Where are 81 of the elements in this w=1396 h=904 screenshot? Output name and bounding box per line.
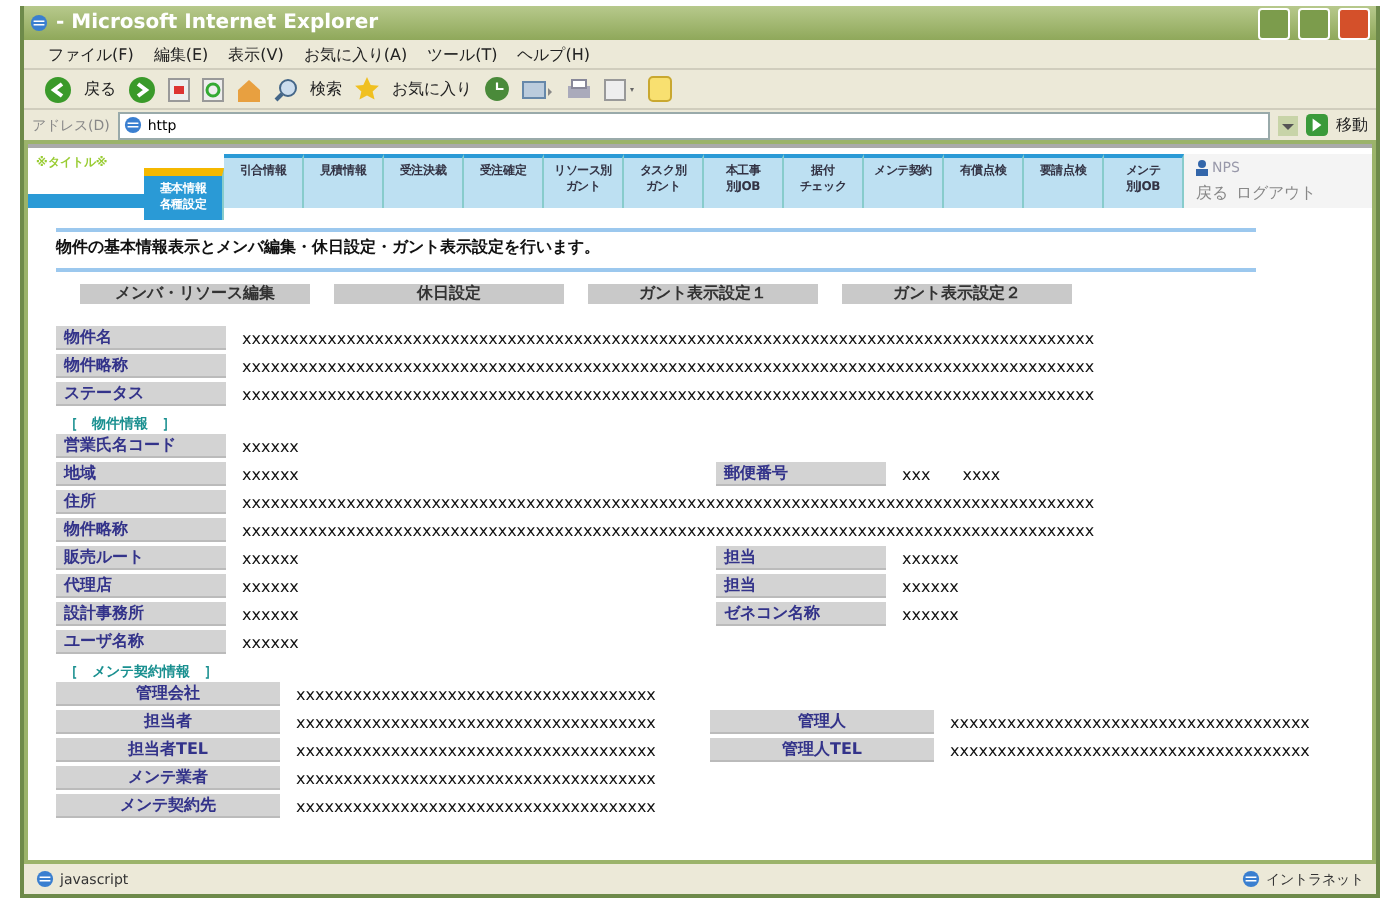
field-label: 担当 <box>716 546 886 570</box>
field-value: xxxxxxxxxxxxxxxxxxxxxxxxxxxxxxxxxxxxxx <box>294 741 658 759</box>
field-label: 販売ルート <box>56 546 226 570</box>
menu-item[interactable]: ヘルプ(H) <box>517 43 590 65</box>
field-label: 地域 <box>56 462 226 486</box>
stop-icon[interactable] <box>168 77 190 101</box>
printer-icon[interactable] <box>566 77 592 101</box>
search-label[interactable]: 検索 <box>310 78 342 100</box>
menu-item[interactable]: 表示(V) <box>228 43 284 65</box>
intranet-icon <box>1242 870 1260 888</box>
field-label: 管理人TEL <box>710 738 934 762</box>
field-value: xxx xxxx <box>900 463 1003 485</box>
field-label: 代理店 <box>56 574 226 598</box>
field-label: 郵便番号 <box>716 462 886 486</box>
field-value: xxxxxxxxxxxxxxxxxxxxxxxxxxxxxxxxxxxxxx <box>294 769 656 787</box>
field-label: 設計事務所 <box>56 602 226 626</box>
field-value: xxxxxxxxxxxxxxxxxxxxxxxxxxxxxxxxxxxxxxxxxxxxxxxxxxxxxxxxxxxxxxxxxxxxxxxxxxxxxxxxxxxxxxxxxx <box>240 329 1095 347</box>
go-icon[interactable] <box>1306 114 1328 136</box>
page-icon <box>123 116 142 134</box>
field-label: ステータス <box>56 382 226 406</box>
search-icon[interactable] <box>274 77 298 101</box>
go-label[interactable]: 移動 <box>1336 114 1368 136</box>
field-value: xxxxxx <box>240 549 301 567</box>
menu-item[interactable]: ファイル(F) <box>48 43 134 65</box>
favorites-label[interactable]: お気に入り <box>392 78 472 100</box>
field-value: xxxxxxxxxxxxxxxxxxxxxxxxxxxxxxxxxxxxxxxxxxxxxxxxxxxxxxxxxxxxxxxxxxxxxxxxxxxxxxxxxxxxxxxxxx <box>240 521 1095 539</box>
nav-bar <box>28 194 144 208</box>
field-label: 物件略称 <box>56 518 226 542</box>
action-button[interactable]: メンバ・リソース編集 <box>80 284 310 304</box>
field-label: 物件名 <box>56 326 226 350</box>
field-value: xxxxxxxxxxxxxxxxxxxxxxxxxxxxxxxxxxxxxx <box>294 713 658 731</box>
field-value: xxxxxxxxxxxxxxxxxxxxxxxxxxxxxxxxxxxxxxxxxxxxxxxxxxxxxxxxxxxxxxxxxxxxxxxxxxxxxxxxxxxxxxxxxx <box>240 493 1095 511</box>
field-value: xxxxxx <box>240 437 299 455</box>
menu-item[interactable]: お気に入り(A) <box>303 43 408 65</box>
page-description: 物件の基本情報表示とメンバ編集・休日設定・ガント表示設定を行います。 <box>56 236 602 260</box>
field-value: xxxxxx <box>240 577 301 595</box>
forward-icon[interactable] <box>128 75 156 103</box>
field-label: メンテ業者 <box>56 766 280 790</box>
field-label: 営業氏名コード <box>56 434 226 458</box>
action-button[interactable]: ガント表示設定２ <box>842 284 1072 304</box>
field-value: xxxxxxxxxxxxxxxxxxxxxxxxxxxxxxxxxxxxxxxxxxxxxxxxxxxxxxxxxxxxxxxxxxxxxxxxxxxxxxxxxxxxxxxxxx <box>240 357 1095 375</box>
home-icon[interactable] <box>236 77 262 101</box>
history-icon[interactable] <box>484 76 510 102</box>
field-label: 住所 <box>56 490 226 514</box>
star-icon[interactable] <box>354 76 380 102</box>
maximize-button[interactable] <box>1298 7 1330 39</box>
field-value: xxxxxx <box>900 549 961 567</box>
field-value: xxxxxxxxxxxxxxxxxxxxxxxxxxxxxxxxxxxxxx <box>294 685 656 703</box>
dropdown-icon[interactable] <box>1278 115 1298 135</box>
refresh-icon[interactable] <box>202 77 224 101</box>
field-value: xxxxxx <box>240 605 301 623</box>
field-label: メンテ契約先 <box>56 794 280 818</box>
user-icon <box>1196 160 1208 176</box>
back-icon[interactable] <box>44 75 72 103</box>
field-value: xxxxxxxxxxxxxxxxxxxxxxxxxxxxxxxxxxxxxxxxxxxxxxxxxxxxxxxxxxxxxxxxxxxxxxxxxxxxxxxxxxxxxxxxxx <box>240 385 1095 403</box>
browser-icon <box>30 14 48 32</box>
field-label: 物件略称 <box>56 354 226 378</box>
field-value: xxxxxx <box>900 605 961 623</box>
field-value: xxxxxx <box>240 465 301 483</box>
minimize-button[interactable] <box>1258 7 1290 39</box>
field-value: xxxxxxxxxxxxxxxxxxxxxxxxxxxxxxxxxxxxxx <box>294 797 656 815</box>
close-button[interactable] <box>1338 7 1370 39</box>
field-value: xxxxxxxxxxxxxxxxxxxxxxxxxxxxxxxxxxxxxx <box>948 713 1312 731</box>
page-icon <box>36 870 54 888</box>
field-label: 管理会社 <box>56 682 280 706</box>
window-title: - Microsoft Internet Explorer <box>56 12 381 34</box>
field-value: xxxxxxxxxxxxxxxxxxxxxxxxxxxxxxxxxxxxxx <box>948 741 1312 759</box>
field-label: 管理人 <box>710 710 934 734</box>
note-icon[interactable] <box>648 76 672 102</box>
menu-item[interactable]: 編集(E) <box>153 43 209 65</box>
field-label: 担当者 <box>56 710 280 734</box>
action-button[interactable]: ガント表示設定１ <box>588 284 818 304</box>
back-label[interactable]: 戻る <box>84 78 116 100</box>
field-label: 担当者TEL <box>56 738 280 762</box>
field-label: ゼネコン名称 <box>716 602 886 626</box>
action-button[interactable]: 休日設定 <box>334 284 564 304</box>
field-value: xxxxxx <box>240 633 299 651</box>
menu-item[interactable]: ツール(T) <box>427 43 498 65</box>
field-label: ユーザ名称 <box>56 630 226 654</box>
field-label: 担当 <box>716 574 886 598</box>
field-value: xxxxxx <box>900 577 961 595</box>
